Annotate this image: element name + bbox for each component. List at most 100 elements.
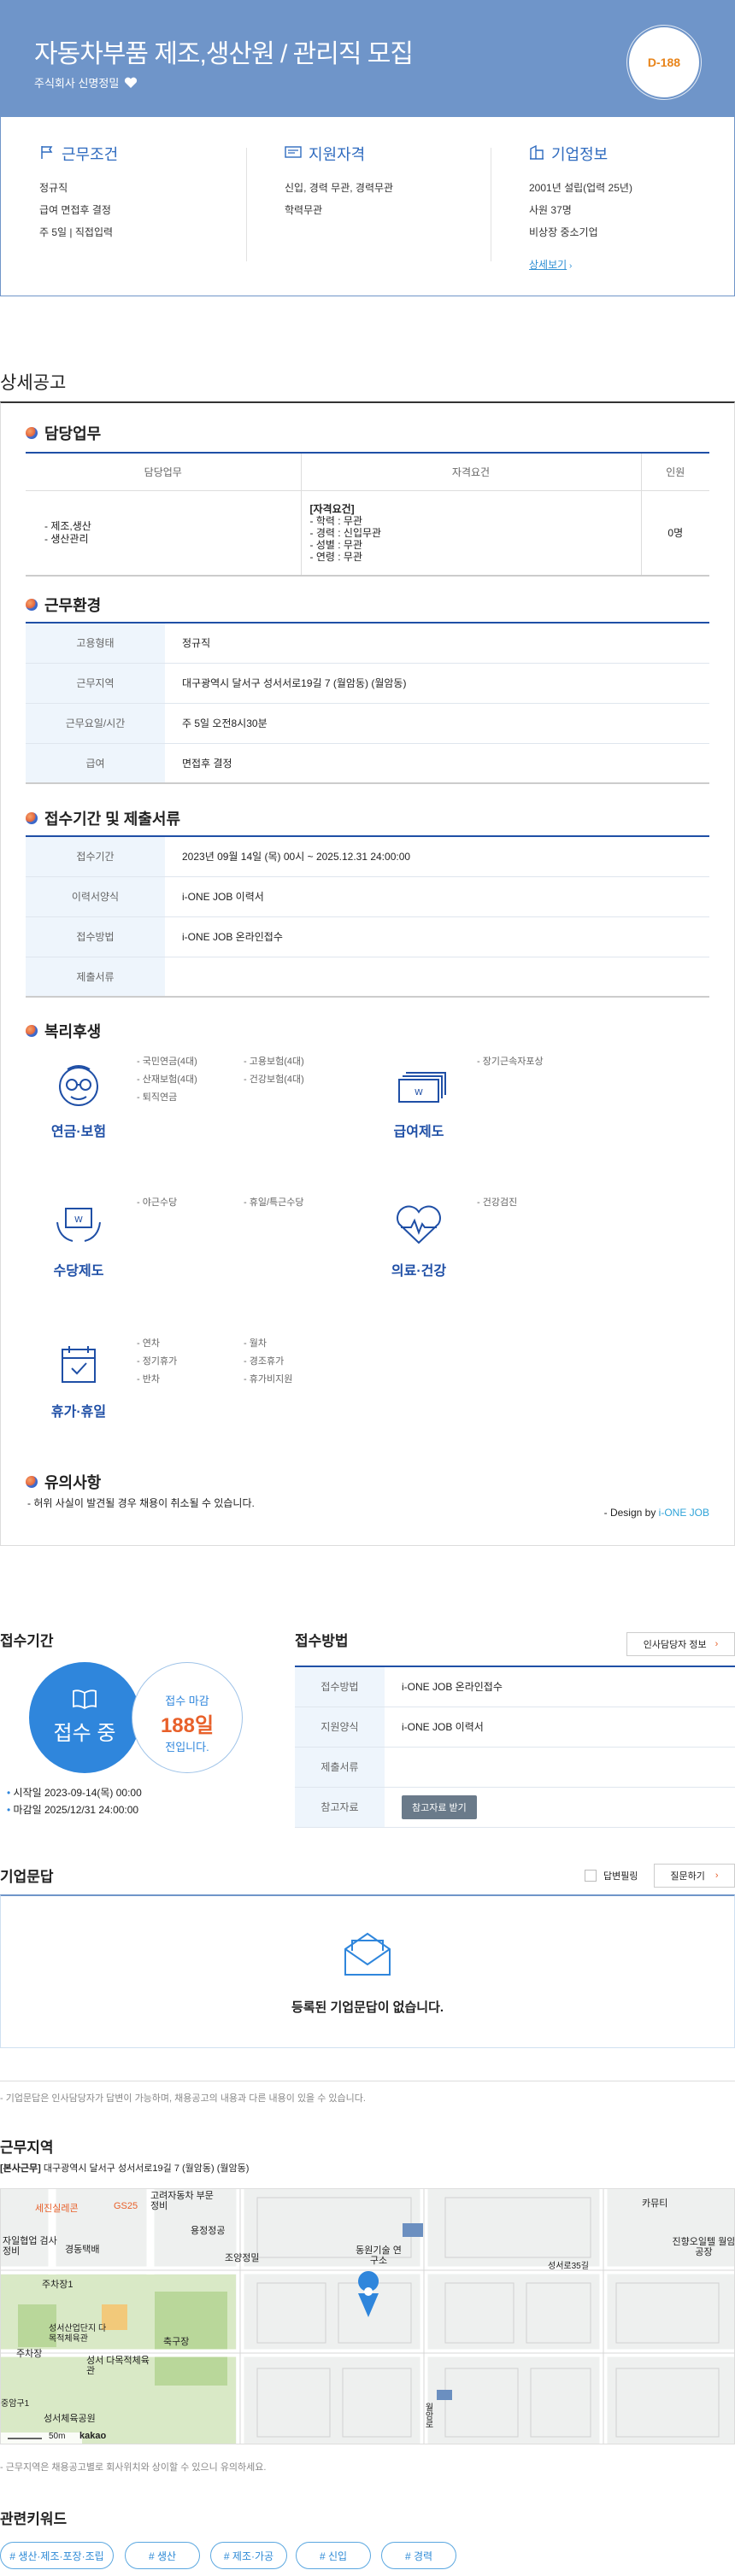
apply-value: i-ONE JOB 온라인접수: [385, 1666, 735, 1707]
chevron-right-icon[interactable]: ›: [715, 1871, 719, 1881]
manager-info-label[interactable]: 인사담당자 정보: [644, 1637, 707, 1651]
apply-period-title: 접수기간: [0, 1633, 54, 1649]
map-label: 성서 다목적체육관: [86, 2356, 150, 2376]
env-title: 근무환경: [44, 597, 102, 614]
welfare-item: - 경조휴가: [244, 1356, 285, 1367]
dday-badge: D-188: [629, 27, 699, 97]
answered-filter[interactable]: 답변필링: [585, 1869, 638, 1882]
qual-line: 학력무관: [285, 204, 323, 216]
env-key: 근무요일/시간: [26, 703, 165, 744]
period-key: 제출서류: [26, 957, 165, 998]
env-table: 고용형태 정규직 근무지역 대구광역시 달서구 성서서로19길 7 (월암동) (월…: [26, 622, 709, 784]
qualifications-title: 지원자격: [309, 146, 366, 163]
map-label: 성서체육공원: [44, 2414, 96, 2424]
work-conditions-title: 근무조건: [62, 146, 119, 163]
location-map[interactable]: 세진실레콘 GS25 고려자동차 부문정비 용정정공 카뮤티 자일협업 검사정비…: [0, 2188, 735, 2444]
welfare-item: - 휴가비지원: [244, 1374, 293, 1385]
env-value: 주 5일 오전8시30분: [165, 703, 709, 744]
welfare-item: - 월차: [244, 1338, 267, 1349]
env-key: 고용형태: [26, 623, 165, 664]
work-line: 정규직: [39, 182, 68, 194]
req-item: - 경력 : 신입무관: [309, 526, 382, 539]
req-header: 자격요건: [301, 453, 642, 491]
qa-title: 기업문답: [0, 1869, 54, 1885]
welfare-salary: W 급여제도: [359, 1061, 479, 1140]
welfare-item: - 국민연금(4대): [137, 1057, 197, 1067]
bullet-icon: [26, 1025, 38, 1037]
duty-cell: - 제조,생산 - 생산관리: [26, 490, 302, 577]
welfare-item: - 장기근속자포상: [477, 1057, 544, 1067]
location-title: 근무지역: [0, 2140, 54, 2156]
keyword-chip[interactable]: # 경력: [381, 2542, 456, 2569]
envelope-icon: [1, 1930, 734, 1981]
keyword-chip[interactable]: # 생산·제조·포장·조립: [0, 2542, 114, 2569]
ask-question-label[interactable]: 질문하기: [670, 1869, 704, 1882]
apply-key: 접수방법: [295, 1666, 385, 1707]
period-key: 접수기간: [26, 836, 165, 877]
detail-section-title: 상세공고: [0, 373, 67, 393]
map-label: 경동택배: [65, 2245, 100, 2255]
welfare-list: - 휴일/특근수당: [244, 1194, 304, 1212]
ask-question-button[interactable]: 질문하기 ›: [654, 1864, 735, 1888]
location-note: - 근무지역은 채용공고별로 회사위치와 상이할 수 있으니 유의하세요.: [0, 2462, 267, 2473]
map-label: 축구장: [163, 2337, 190, 2347]
map-label: 카뮤티: [642, 2198, 668, 2209]
welfare-allowance: W 수당제도: [19, 1200, 138, 1279]
keyword-chip[interactable]: # 신입: [296, 2542, 371, 2569]
keyword-chip[interactable]: # 제조·가공: [210, 2542, 287, 2569]
manager-info-button[interactable]: 인사담당자 정보 ›: [626, 1632, 735, 1656]
welfare-list: - 야근수당: [137, 1194, 177, 1212]
answered-checkbox[interactable]: [585, 1870, 597, 1882]
req-cell: [자격요건] - 학력 : 무관 - 경력 : 신입무관 - 성별 : 무관 -…: [301, 490, 642, 577]
req-item: - 연령 : 무관: [309, 550, 363, 563]
answered-label: 답변필링: [603, 1871, 638, 1882]
req-item: - 성별 : 무관: [309, 538, 363, 551]
welfare-heading: 복리후생: [26, 1020, 101, 1042]
glasses-face-icon: [49, 1065, 109, 1115]
duty-heading: 담당업무: [26, 422, 101, 444]
keyword-chip[interactable]: # 생산: [125, 2542, 200, 2569]
calendar-check-icon: [49, 1346, 109, 1395]
svg-text:W: W: [74, 1215, 83, 1225]
apply-status-circle: 접수 중: [29, 1662, 140, 1773]
chevron-right-icon[interactable]: ›: [567, 261, 572, 271]
work-line: 급여 면접후 결정: [39, 204, 111, 216]
company-line: 2001년 설립(업력 25년): [529, 182, 632, 194]
company-info: 기업정보 2001년 설립(업력 25년) 사원 37명 비상장 중소기업 상세…: [529, 143, 735, 278]
welfare-vacation: 휴가·휴일: [19, 1341, 138, 1420]
period-value: [165, 957, 709, 998]
map-label: 성서로35길: [548, 2262, 589, 2271]
env-value: 면접후 결정: [165, 743, 709, 784]
qa-note: - 기업문답은 인사담당자가 답변이 가능하며, 채용공고의 내용과 다른 내용…: [0, 2093, 366, 2104]
map-label: 진향오일텔 월암공장: [672, 2237, 735, 2257]
duty-title: 담당업무: [44, 425, 102, 442]
welfare-list: - 고용보험(4대) - 건강보험(4대): [244, 1053, 304, 1089]
qualifications: 지원자격 신입, 경력 무관, 경력무관 학력무관: [285, 143, 515, 221]
qa-empty-text: 등록된 기업문답이 없습니다.: [291, 2000, 444, 2015]
heart-icon[interactable]: [124, 77, 138, 89]
map-label: 주차장: [16, 2349, 43, 2359]
deadline-label: 접수 마감: [165, 1695, 209, 1707]
welfare-title: 복리후생: [44, 1023, 102, 1040]
company-name-row[interactable]: 주식회사 신명정밀: [34, 74, 138, 91]
work-line: 주 5일 | 직접입력: [39, 226, 114, 238]
work-conditions: 근무조건 정규직 급여 면접후 결정 주 5일 | 직접입력: [39, 143, 270, 243]
env-key: 급여: [26, 743, 165, 784]
ref-download-button[interactable]: 참고자료 받기: [402, 1794, 477, 1819]
company-detail-link[interactable]: 상세보기: [529, 259, 567, 271]
apply-key: 지원양식: [295, 1707, 385, 1748]
period-heading: 접수기간 및 제출서류: [26, 807, 180, 829]
company-name[interactable]: 주식회사 신명정밀: [34, 74, 119, 91]
apply-value: [385, 1747, 735, 1788]
map-label: GS25: [114, 2201, 138, 2211]
start-date: 시작일 2023-09-14(목) 00:00: [13, 1787, 142, 1799]
job-summary: 근무조건 정규직 급여 면접후 결정 주 5일 | 직접입력 지원자격 신입, …: [0, 117, 735, 296]
map-label: 중암구1: [1, 2399, 30, 2409]
map-label: 성서산업단지 다목적체육관: [49, 2324, 107, 2344]
period-value: 2023년 09월 14일 (목) 00시 ~ 2025.12.31 24:00…: [165, 836, 709, 877]
job-header: 자동차부품 제조,생산원 / 관리직 모집 주식회사 신명정밀 D-188: [0, 0, 735, 117]
welfare-list: - 장기근속자포상: [477, 1053, 544, 1071]
chevron-right-icon[interactable]: ›: [715, 1639, 719, 1649]
bullet-icon: [26, 1476, 38, 1488]
building-icon: [529, 144, 544, 164]
